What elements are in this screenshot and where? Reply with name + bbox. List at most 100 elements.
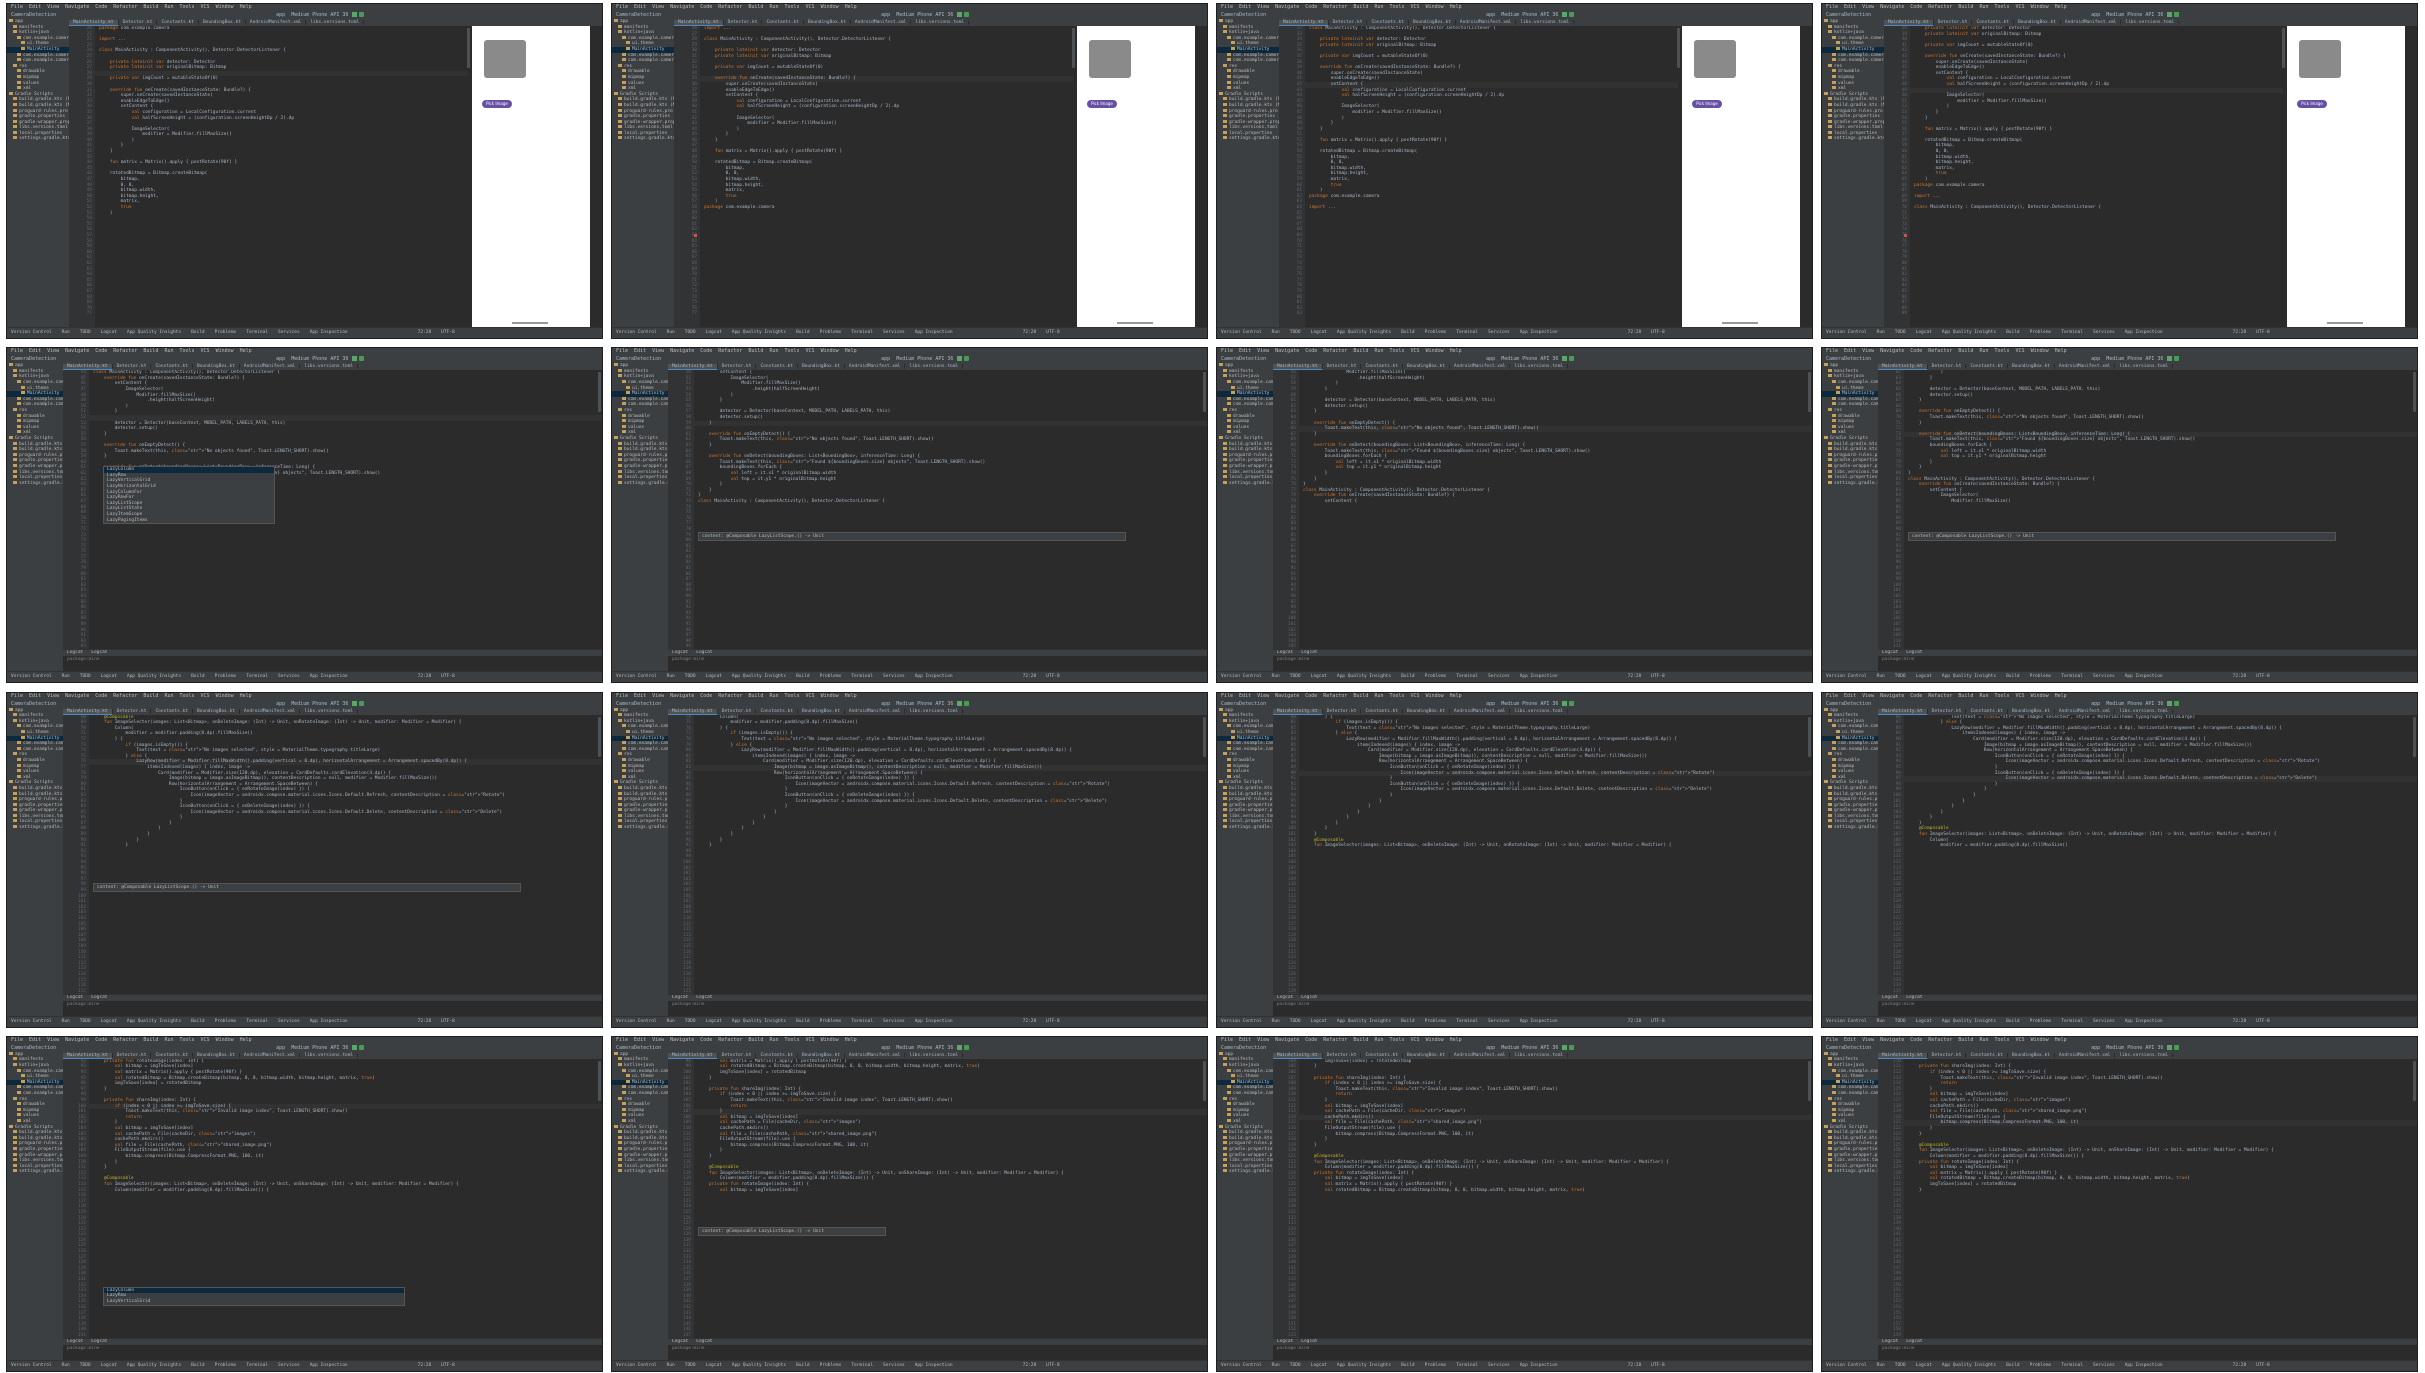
tool-window-button[interactable]: Version Control [1221, 674, 1262, 679]
editor-tab[interactable]: Constants.kt [151, 708, 193, 714]
menu-item[interactable]: Navigate [670, 693, 694, 699]
menu-item[interactable]: Refactor [1323, 4, 1347, 10]
tool-window-button[interactable]: Run [1272, 674, 1280, 679]
caret-position[interactable]: 72:28 [418, 330, 432, 335]
code-editor[interactable]: private lateinit var detector: Detector … [1910, 26, 2283, 328]
tool-window-button[interactable]: Version Control [616, 674, 657, 679]
tool-window-button[interactable]: Logcat [1916, 1019, 1932, 1024]
editor-tab[interactable]: BoundingBox.kt [198, 20, 246, 25]
file-encoding[interactable]: UTF-8 [1651, 1363, 1665, 1368]
editor-tab[interactable]: Constants.kt [1966, 708, 2008, 714]
editor-tab[interactable]: Detector.kt [717, 708, 757, 714]
file-encoding[interactable]: UTF-8 [441, 1019, 455, 1024]
menu-item[interactable]: Navigate [1275, 348, 1299, 354]
debug-icon[interactable] [964, 356, 970, 362]
run-icon[interactable] [1562, 700, 1568, 706]
caret-position[interactable]: 72:28 [1023, 1363, 1037, 1368]
menu-item[interactable]: Run [769, 1037, 778, 1043]
project-tree-item[interactable]: settings.gradle.kts [612, 1169, 668, 1175]
editor-tab[interactable]: Constants.kt [1972, 20, 2014, 25]
tool-window-button[interactable]: Logcat [706, 330, 722, 335]
menu-bar[interactable]: File Edit View Navigate Code Refactor Build Run… [1822, 4, 2417, 11]
menu-item[interactable]: Navigate [1275, 693, 1299, 699]
menu-item[interactable]: Tools [1994, 4, 2009, 10]
menu-item[interactable]: Edit [1239, 1037, 1251, 1043]
logcat-filter-input[interactable]: package:mine [1273, 1001, 1812, 1008]
tool-window-button[interactable]: Run [1272, 1363, 1280, 1368]
file-encoding[interactable]: UTF-8 [2256, 674, 2270, 679]
run-config-select[interactable]: app [276, 356, 285, 362]
device-select[interactable]: Medium Phone API 36 [896, 356, 953, 362]
device-select[interactable]: Medium Phone API 36 [896, 1045, 953, 1051]
menu-item[interactable]: Tools [179, 4, 194, 10]
menu-item[interactable]: View [652, 693, 664, 699]
tool-window-button[interactable]: Services [883, 1019, 905, 1024]
menu-item[interactable]: Refactor [1323, 1037, 1347, 1043]
tool-window-button[interactable]: Version Control [1826, 1363, 1867, 1368]
project-name[interactable]: CameraDetection [1221, 356, 1266, 362]
logcat-tab[interactable]: Logcat [1906, 995, 1922, 1000]
menu-item[interactable]: View [1862, 693, 1874, 699]
editor-tab[interactable]: AndroidManifest.xml [2054, 708, 2116, 714]
editor-scrollbar[interactable] [1203, 1060, 1206, 1101]
menu-item[interactable]: Refactor [1928, 693, 1952, 699]
menu-item[interactable]: Refactor [1928, 1037, 1952, 1043]
code-editor[interactable]: class MainActivity : ComponentActivity()… [1305, 26, 1678, 328]
logcat-tab[interactable]: Logcat [67, 995, 83, 1000]
device-select[interactable]: Medium Phone API 36 [291, 356, 348, 362]
menu-item[interactable]: Run [1374, 1037, 1383, 1043]
tool-window-button[interactable]: Build [2006, 1363, 2020, 1368]
tool-window-button[interactable]: Terminal [246, 674, 268, 679]
editor-scrollbar[interactable] [1808, 1060, 1811, 1101]
caret-position[interactable]: 72:28 [2233, 1019, 2247, 1024]
logcat-tab[interactable]: Logcat [1882, 995, 1898, 1000]
editor-tab[interactable]: Detector.kt [1927, 364, 1967, 370]
menu-item[interactable]: Refactor [113, 4, 137, 10]
code-editor[interactable]: @Composable fun ImageSelector(images: Li… [89, 714, 602, 1017]
menu-item[interactable]: Edit [1844, 693, 1856, 699]
menu-bar[interactable]: File Edit View Navigate Code Refactor Build Run… [1822, 692, 2417, 700]
editor-tab[interactable]: AndroidManifest.xml [1449, 708, 1511, 714]
menu-item[interactable]: Edit [634, 693, 646, 699]
completion-item[interactable]: LazyVerticalGrid [104, 1299, 404, 1305]
logcat-filter-input[interactable]: package:mine [63, 656, 602, 663]
menu-item[interactable]: Tools [179, 693, 194, 699]
run-icon[interactable] [957, 12, 963, 17]
project-tree-item[interactable]: settings.gradle.kts [1822, 825, 1878, 831]
emulator-preview[interactable]: Pick Image [1682, 26, 1800, 328]
debug-icon[interactable] [2174, 12, 2180, 17]
debug-icon[interactable] [1569, 356, 1575, 362]
tool-window-button[interactable]: Version Control [1826, 330, 1867, 335]
tool-window-button[interactable]: Logcat [101, 674, 117, 679]
tool-window-button[interactable]: Version Control [616, 1363, 657, 1368]
logcat-tab[interactable]: Logcat [672, 650, 688, 655]
editor-tab[interactable]: Constants.kt [1966, 1052, 2008, 1058]
tool-window-button[interactable]: Build [796, 1019, 810, 1024]
logcat-tab[interactable]: Logcat [672, 1339, 688, 1344]
run-config-select[interactable]: app [2091, 701, 2100, 707]
tool-window-button[interactable]: Run [62, 674, 70, 679]
tool-window-button[interactable]: Services [1488, 674, 1510, 679]
tool-window-button[interactable]: TODO [1895, 330, 1906, 335]
logcat-tab[interactable]: Logcat [1882, 650, 1898, 655]
menu-item[interactable]: Build [1353, 693, 1368, 699]
tool-window-button[interactable]: Run [62, 1363, 70, 1368]
device-select[interactable]: Medium Phone API 36 [2106, 12, 2163, 18]
editor-tab[interactable]: Constants.kt [1361, 364, 1403, 370]
editor-tab[interactable]: Detector.kt [723, 20, 763, 25]
editor-scrollbar[interactable] [1203, 372, 1206, 413]
menu-item[interactable]: Window [216, 693, 234, 699]
menu-item[interactable]: Refactor [718, 1037, 742, 1043]
menu-item[interactable]: Run [769, 693, 778, 699]
debug-icon[interactable] [1569, 700, 1575, 706]
tool-window-button[interactable]: App Inspection [915, 1363, 953, 1368]
editor-tab[interactable]: Constants.kt [756, 1052, 798, 1058]
menu-item[interactable]: Edit [634, 4, 646, 10]
device-select[interactable]: Medium Phone API 36 [291, 1045, 348, 1051]
code-editor[interactable]: ) } detector = Detector(baseContext, MOD… [1904, 370, 2417, 673]
menu-bar[interactable]: File Edit View Navigate Code Refactor Build Run… [7, 4, 602, 11]
tool-window-button[interactable]: Build [191, 330, 205, 335]
menu-item[interactable]: File [616, 693, 628, 699]
tool-window-button[interactable]: App Inspection [310, 674, 348, 679]
tool-window-button[interactable]: App Inspection [2125, 1363, 2163, 1368]
